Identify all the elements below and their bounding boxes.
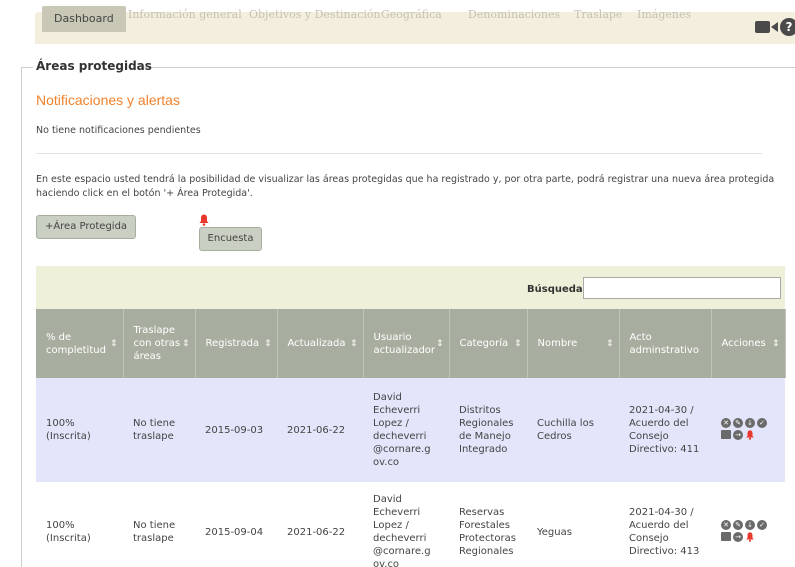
- tab-geografica[interactable]: Geográfica: [381, 8, 442, 21]
- arrow-right-icon[interactable]: →: [733, 430, 743, 440]
- cell-acto: 2021-04-30 / Acuerdo del Consejo Directi…: [619, 482, 711, 567]
- check-icon[interactable]: ✓: [757, 520, 767, 530]
- tab-informacion-general[interactable]: Información general: [128, 8, 242, 21]
- top-bar: Dashboard Información general Objetivos …: [0, 0, 795, 44]
- download-icon[interactable]: ↓: [745, 418, 755, 428]
- cell-nombre: Cuchilla los Cedros: [527, 378, 619, 482]
- tab-traslape[interactable]: Traslape: [574, 8, 622, 21]
- check-icon[interactable]: ✓: [757, 418, 767, 428]
- notifications-title: Notificaciones y alertas: [36, 92, 180, 108]
- row-actions: ✕ ✎ ↓ ✓ →: [721, 418, 779, 440]
- sort-icon: ⇕: [605, 338, 614, 349]
- survey-button[interactable]: Encuesta: [199, 227, 262, 251]
- notifications-text: No tiene notificaciones pendientes: [36, 125, 201, 136]
- video-camera-icon[interactable]: [755, 20, 779, 34]
- cell-actualizada: 2021-06-22: [277, 378, 363, 482]
- cell-actualizada: 2021-06-22: [277, 482, 363, 567]
- cell-completitud: 100% (Inscrita): [36, 482, 123, 567]
- fieldset-border: [143, 67, 795, 68]
- sort-icon: ⇕: [181, 338, 190, 349]
- download-icon[interactable]: ↓: [745, 520, 755, 530]
- cell-usuario: David Echeverri Lopez / decheverri @corn…: [363, 378, 449, 482]
- cell-acciones: ✕ ✎ ↓ ✓ →: [711, 378, 785, 482]
- cell-completitud: 100% (Inscrita): [36, 378, 123, 482]
- image-icon[interactable]: [721, 430, 731, 439]
- divider: [36, 153, 762, 154]
- cell-registrada: 2015-09-03: [195, 378, 277, 482]
- table-row: 100% (Inscrita) No tiene traslape 2015-0…: [36, 378, 785, 482]
- row-actions: ✕ ✎ ↓ ✓ →: [721, 520, 779, 542]
- cell-nombre: Yeguas: [527, 482, 619, 567]
- table-row: 100% (Inscrita) No tiene traslape 2015-0…: [36, 482, 785, 567]
- search-label: Búsqueda:: [527, 284, 587, 295]
- sort-icon: ⇕: [349, 338, 358, 349]
- column-header-acto[interactable]: Acto adminstrativo: [619, 309, 712, 378]
- column-header-completitud[interactable]: % de completitud ⇕: [36, 309, 124, 378]
- column-header-usuario[interactable]: Usuario actualizador ⇕: [363, 309, 450, 378]
- help-icon[interactable]: ?: [780, 18, 795, 36]
- column-header-categoria[interactable]: Categoría ⇕: [449, 309, 528, 378]
- delete-icon[interactable]: ✕: [721, 418, 731, 428]
- cell-acto: 2021-04-30 / Acuerdo del Consejo Directi…: [619, 378, 711, 482]
- fieldset-border: [21, 67, 22, 567]
- delete-icon[interactable]: ✕: [721, 520, 731, 530]
- cell-registrada: 2015-09-04: [195, 482, 277, 567]
- column-header-nombre[interactable]: Nombre ⇕: [527, 309, 620, 378]
- column-header-actualizada[interactable]: Actualizada ⇕: [277, 309, 364, 378]
- info-text: En este espacio usted tendrá la posibili…: [36, 174, 775, 199]
- cell-categoria: Distritos Regionales de Manejo Integrado: [449, 378, 527, 482]
- bell-icon: [199, 214, 209, 226]
- section-legend: Áreas protegidas: [36, 59, 152, 73]
- sort-icon: ⇕: [263, 338, 272, 349]
- tab-imagenes[interactable]: Imágenes: [637, 8, 691, 21]
- sort-icon: ⇕: [109, 338, 118, 349]
- sort-icon: ⇕: [435, 338, 444, 349]
- sort-icon: ⇕: [513, 338, 522, 349]
- search-input[interactable]: [583, 277, 781, 299]
- edit-icon[interactable]: ✎: [733, 520, 743, 530]
- image-icon[interactable]: [721, 532, 731, 541]
- column-header-registrada[interactable]: Registrada ⇕: [195, 309, 278, 378]
- areas-table: % de completitud ⇕ Traslape con otras áre…: [36, 309, 786, 567]
- column-header-acciones[interactable]: Acciones ⇕: [711, 309, 786, 378]
- add-area-button[interactable]: +Área Protegida: [36, 215, 136, 239]
- fieldset-border: [21, 67, 33, 68]
- tab-dashboard[interactable]: Dashboard: [42, 6, 126, 32]
- cell-acciones: ✕ ✎ ↓ ✓ →: [711, 482, 785, 567]
- tab-objetivos-destinacion[interactable]: Objetivos y Destinación: [249, 8, 381, 21]
- cell-traslape: No tiene traslape: [123, 482, 195, 567]
- bell-icon[interactable]: [745, 430, 755, 440]
- cell-traslape: No tiene traslape: [123, 378, 195, 482]
- sort-icon: ⇕: [771, 338, 780, 349]
- cell-categoria: Reservas Forestales Protectoras Regional…: [449, 482, 527, 567]
- arrow-right-icon[interactable]: →: [733, 532, 743, 542]
- cell-usuario: David Echeverri Lopez / decheverri @corn…: [363, 482, 449, 567]
- edit-icon[interactable]: ✎: [733, 418, 743, 428]
- bell-icon[interactable]: [745, 532, 755, 542]
- column-header-traslape[interactable]: Traslape con otras áreas ⇕: [123, 309, 196, 378]
- tab-denominaciones[interactable]: Denominaciones: [468, 8, 560, 21]
